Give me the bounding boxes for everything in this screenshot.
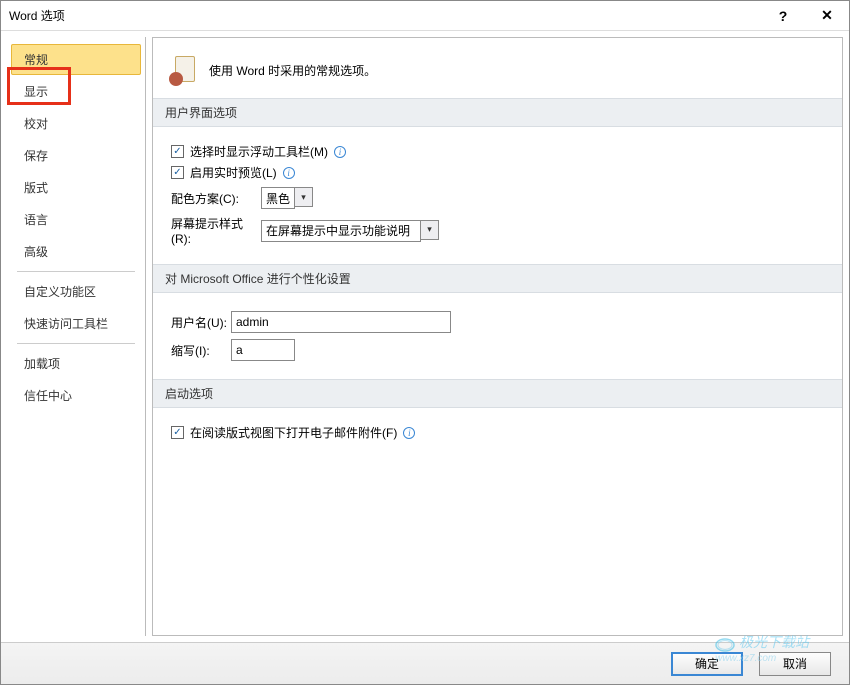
label-colorscheme: 配色方案(C): xyxy=(171,190,261,207)
section-header-ui: 用户界面选项 xyxy=(153,98,842,127)
sidebar-item-advanced[interactable]: 高级 xyxy=(11,236,141,267)
label-readingview: 在阅读版式视图下打开电子邮件附件(F) xyxy=(190,424,397,441)
titlebar: Word 选项 ? ✕ xyxy=(1,1,849,31)
checkbox-minitoolbar[interactable] xyxy=(171,145,184,158)
sidebar-item-label: 信任中心 xyxy=(24,389,72,403)
options-content: 使用 Word 时采用的常规选项。 用户界面选项 选择时显示浮动工具栏(M) 启… xyxy=(152,37,843,636)
sidebar-separator xyxy=(17,271,135,272)
sidebar-item-label: 版式 xyxy=(24,181,48,195)
general-options-icon xyxy=(171,56,199,84)
sidebar-item-label: 常规 xyxy=(24,53,48,67)
label-initials: 缩写(I): xyxy=(171,342,231,359)
checkbox-livepreview[interactable] xyxy=(171,166,184,179)
sidebar-item-label: 自定义功能区 xyxy=(24,285,96,299)
input-initials[interactable] xyxy=(231,339,295,361)
sidebar-item-label: 校对 xyxy=(24,117,48,131)
options-sidebar: 常规 显示 校对 保存 版式 语言 高级 自定义功能区 xyxy=(7,37,146,636)
sidebar-item-label: 显示 xyxy=(24,85,48,99)
sidebar-item-qat[interactable]: 快速访问工具栏 xyxy=(11,308,141,339)
sidebar-item-addins[interactable]: 加载项 xyxy=(11,348,141,379)
close-button[interactable]: ✕ xyxy=(813,6,841,26)
banner-text: 使用 Word 时采用的常规选项。 xyxy=(209,62,376,79)
sidebar-item-customize-ribbon[interactable]: 自定义功能区 xyxy=(11,276,141,307)
checkbox-readingview[interactable] xyxy=(171,426,184,439)
sidebar-item-save[interactable]: 保存 xyxy=(11,140,141,171)
info-icon[interactable] xyxy=(283,167,295,179)
sidebar-item-label: 加载项 xyxy=(24,357,60,371)
ok-button[interactable]: 确定 xyxy=(671,652,743,676)
cancel-button[interactable]: 取消 xyxy=(759,652,831,676)
sidebar-item-trustcenter[interactable]: 信任中心 xyxy=(11,380,141,411)
sidebar-item-label: 快速访问工具栏 xyxy=(24,317,108,331)
label-livepreview: 启用实时预览(L) xyxy=(190,164,277,181)
input-username[interactable] xyxy=(231,311,451,333)
chevron-down-icon[interactable]: ▾ xyxy=(421,220,439,240)
sidebar-item-layout[interactable]: 版式 xyxy=(11,172,141,203)
sidebar-item-proofing[interactable]: 校对 xyxy=(11,108,141,139)
sidebar-item-label: 语言 xyxy=(24,213,48,227)
section-header-startup: 启动选项 xyxy=(153,379,842,408)
select-colorscheme[interactable]: 黑色 xyxy=(261,187,295,209)
sidebar-item-language[interactable]: 语言 xyxy=(11,204,141,235)
label-minitoolbar: 选择时显示浮动工具栏(M) xyxy=(190,143,328,160)
info-icon[interactable] xyxy=(334,146,346,158)
section-header-personalize: 对 Microsoft Office 进行个性化设置 xyxy=(153,264,842,293)
label-username: 用户名(U): xyxy=(171,314,231,331)
word-options-dialog: Word 选项 ? ✕ 常规 显示 校对 保存 版式 语言 xyxy=(0,0,850,685)
dialog-title: Word 选项 xyxy=(9,7,769,24)
sidebar-item-label: 高级 xyxy=(24,245,48,259)
help-button[interactable]: ? xyxy=(769,6,797,26)
dialog-footer: 极光下载站 www.xz7.com 确定 取消 xyxy=(1,642,849,684)
ok-button-label: 确定 xyxy=(695,655,719,672)
label-screentip: 屏幕提示样式(R): xyxy=(171,215,261,246)
select-screentip[interactable]: 在屏幕提示中显示功能说明 xyxy=(261,220,421,242)
banner: 使用 Word 时采用的常规选项。 xyxy=(153,48,842,98)
info-icon[interactable] xyxy=(403,427,415,439)
sidebar-item-general[interactable]: 常规 xyxy=(11,44,141,75)
sidebar-item-label: 保存 xyxy=(24,149,48,163)
cancel-button-label: 取消 xyxy=(783,655,807,672)
chevron-down-icon[interactable]: ▾ xyxy=(295,187,313,207)
sidebar-separator xyxy=(17,343,135,344)
sidebar-item-display[interactable]: 显示 xyxy=(11,76,141,107)
